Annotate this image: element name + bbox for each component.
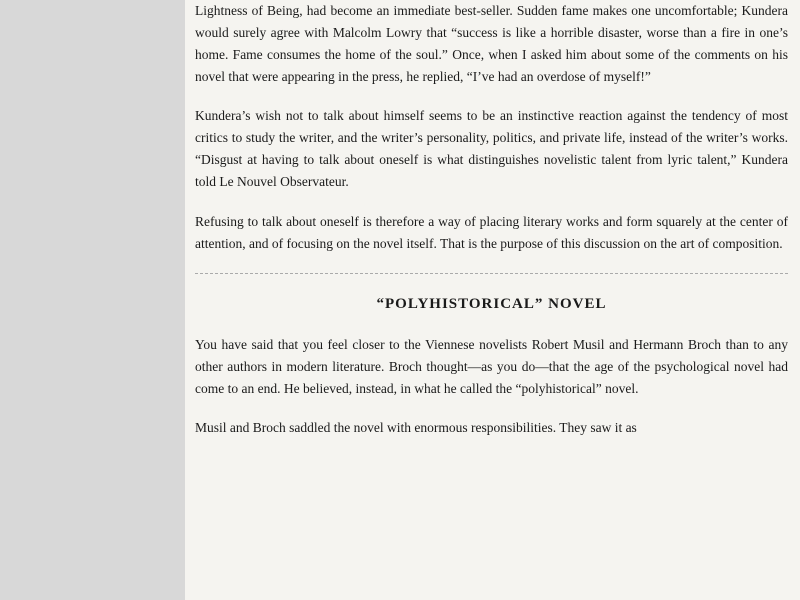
- paragraph-3: Refusing to talk about oneself is theref…: [195, 211, 788, 255]
- paragraph-5: Musil and Broch saddled the novel with e…: [195, 417, 788, 439]
- section-divider: [195, 273, 788, 274]
- content-area: Lightness of Being, had become an immedi…: [185, 0, 800, 600]
- section-heading: “POLYHISTORICAL” NOVEL: [195, 292, 788, 316]
- paragraph-1: Lightness of Being, had become an immedi…: [195, 0, 788, 87]
- paragraph-2: Kundera’s wish not to talk about himself…: [195, 105, 788, 192]
- page-container: Lightness of Being, had become an immedi…: [0, 0, 800, 600]
- paragraph-4: You have said that you feel closer to th…: [195, 334, 788, 400]
- text-content: Lightness of Being, had become an immedi…: [195, 0, 788, 439]
- left-margin: [0, 0, 185, 600]
